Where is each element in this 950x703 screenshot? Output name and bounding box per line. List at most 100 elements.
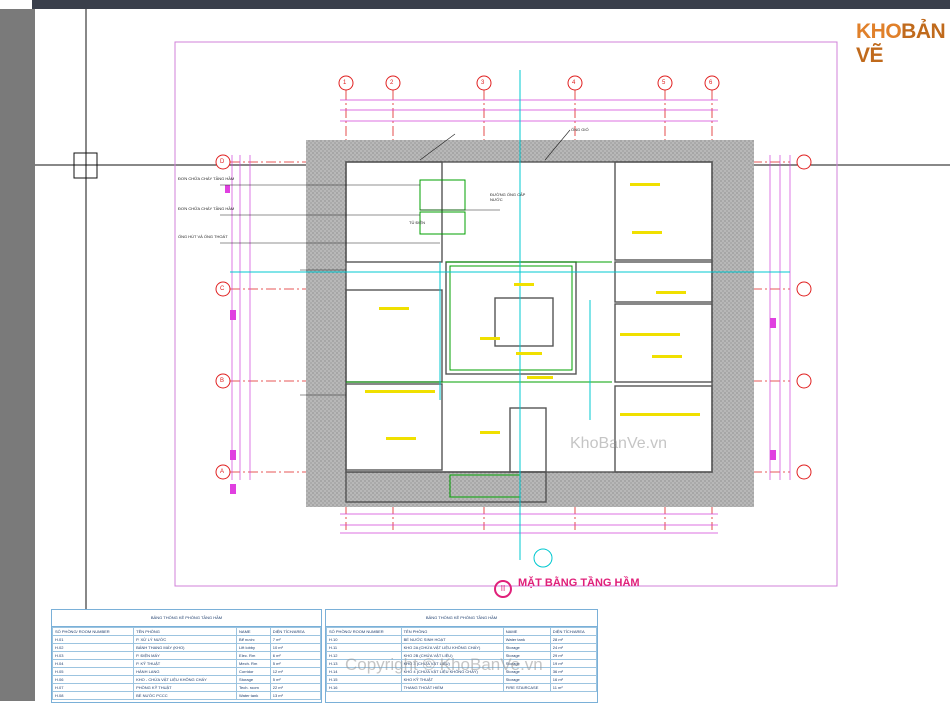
table-row: H.04 P. KỸ THUẬT Mech. Rm 5 m² (51, 659, 322, 668)
table-cell: Storage (502, 675, 551, 684)
grid-label-6: 6 (709, 80, 713, 86)
table-cell: PHÒNG KỸ THUẬT (133, 683, 238, 692)
annotation-fire-1: ĐƠN CHỮA CHÁY TẦNG HẦM (178, 176, 235, 181)
left-toolbar-panel[interactable] (0, 9, 35, 701)
table-cell: H.15 (326, 675, 402, 684)
table-cell: 36 m² (549, 667, 598, 676)
table-cell: Storage (502, 643, 551, 652)
table-row: H.11 KHO 2A (CHỨA VẬT LIỆU KHÔNG CHÁY) Sto… (326, 643, 598, 652)
table-cell: BỂ NƯỚC SINH HOẠT (400, 635, 504, 644)
table-cell: THANG THOÁT HIỂM (400, 683, 504, 692)
watermark-footer: Copyright © KhoBanVe.vn (345, 655, 543, 674)
table-cell: KHO 2A (CHỨA VẬT LIỆU KHÔNG CHÁY) (400, 643, 504, 652)
table-row: H.08 BỂ NƯỚC PCCC Water tank 13 m² (51, 691, 322, 700)
table-header: DIỆN TÍCH/AREA (269, 627, 322, 636)
table-cell: Corridor (236, 667, 271, 676)
document-tab[interactable] (0, 0, 32, 9)
table-cell: Elec. Rm (236, 651, 271, 660)
grid-label-c: C (220, 286, 225, 292)
table-header: DIỆN TÍCH/AREA (549, 627, 598, 636)
annotation-pipes: ỐNG HÚT VÀ ỐNG THOÁT (178, 234, 228, 239)
khobanve-logo: KHOBẢN VẼ (856, 20, 950, 68)
table-cell: H.04 (51, 659, 135, 668)
table-cell: H.16 (326, 683, 402, 692)
table-cell: P. KỸ THUẬT (133, 659, 238, 668)
table-cell: HÀNH LANG (133, 667, 238, 676)
table-cell: 12 m² (269, 667, 322, 676)
grid-label-d: D (220, 159, 225, 165)
table-cell: 11 m² (549, 683, 598, 692)
table-caption: BẢNG THỐNG KÊ PHÒNG TẦNG HẦM (52, 610, 321, 627)
table-row: H.03 P. ĐIỆN MÁY Elec. Rm 6 m² (51, 651, 322, 660)
watermark-center: KhoBanVe.vn (570, 435, 667, 452)
annotation-fire-2: ĐƠN CHỮA CHÁY TẦNG HẦM (178, 206, 235, 211)
table-row: H.02 BÁNH THANG MÁY (KHO) Lift lobby 10 m² (51, 643, 322, 652)
table-cell: H.06 (51, 675, 135, 684)
plan-title-marker: II (494, 580, 512, 598)
table-cell: BỂ NƯỚC PCCC (133, 691, 238, 700)
table-header: TÊN PHÒNG (400, 627, 504, 636)
table-row: H.06 KHO - CHỨA VẬT LIỆU KHÔNG CHÁY Storag… (51, 675, 322, 684)
table-cell: P. XỬ LÝ NƯỚC (133, 635, 238, 644)
table-cell: H.11 (326, 643, 402, 652)
table-cell: H.03 (51, 651, 135, 660)
table-row: H.05 HÀNH LANG Corridor 12 m² (51, 667, 322, 676)
table-cell: H.10 (326, 635, 402, 644)
basement-interior (346, 162, 712, 472)
table-cell: KHO - CHỨA VẬT LIỆU KHÔNG CHÁY (133, 675, 238, 684)
table-header-row: SỐ PHÒNG/ ROOM NUMBER TÊN PHÒNG NAME DIỆ… (326, 627, 598, 636)
table-grid-left: SỐ PHÒNG/ ROOM NUMBER TÊN PHÒNG NAME DIỆ… (51, 627, 322, 700)
table-row: H.01 P. XỬ LÝ NƯỚC Bể nước 7 m² (51, 635, 322, 644)
table-cell: 16 m² (549, 675, 598, 684)
table-header: SỐ PHÒNG/ ROOM NUMBER (326, 627, 402, 636)
title-bar (0, 0, 950, 9)
annotation-duct: ỐNG GIÓ (571, 127, 589, 132)
table-header-row: SỐ PHÒNG/ ROOM NUMBER TÊN PHÒNG NAME DIỆ… (51, 627, 322, 636)
grid-label-a: A (220, 469, 225, 475)
grid-label-5: 5 (662, 80, 666, 86)
table-cell: P. ĐIỆN MÁY (133, 651, 238, 660)
table-cell: Mech. Rm (236, 659, 271, 668)
table-row: H.16 THANG THOÁT HIỂM FIRE STAIRCASE 11 m² (326, 683, 598, 692)
table-row: H.15 KHO KỸ THUẬT Storage 16 m² (326, 675, 598, 684)
table-cell: 28 m² (549, 635, 598, 644)
table-cell: 6 m² (269, 651, 322, 660)
table-header: TÊN PHÒNG (133, 627, 238, 636)
table-cell: H.08 (51, 691, 135, 700)
floor-plan-drawing (35, 9, 950, 701)
grid-label-b: B (220, 378, 225, 384)
table-cell: Water tank (502, 635, 551, 644)
table-row: H.10 BỂ NƯỚC SINH HOẠT Water tank 28 m² (326, 635, 598, 644)
grid-label-2: 2 (390, 80, 394, 86)
table-cell: KHO KỸ THUẬT (400, 675, 504, 684)
table-cell: 22 m² (269, 683, 322, 692)
table-cell: FIRE STAIRCASE (502, 683, 551, 692)
grid-label-3: 3 (481, 80, 485, 86)
table-caption: BẢNG THỐNG KÊ PHÒNG TẦNG HẦM (326, 610, 597, 627)
table-cell: Tech. room (236, 683, 271, 692)
table-cell: H.01 (51, 635, 135, 644)
annotation-panel: TỦ ĐIỆN (409, 220, 425, 225)
table-cell: 29 m² (549, 651, 598, 660)
table-cell: H.07 (51, 683, 135, 692)
table-cell: H.02 (51, 643, 135, 652)
table-header: NAME (502, 627, 551, 636)
table-cell: Lift lobby (236, 643, 271, 652)
room-schedule-table-left: BẢNG THỐNG KÊ PHÒNG TẦNG HẦM SỐ PHÒNG/ R… (51, 609, 322, 703)
table-header: SỐ PHÒNG/ ROOM NUMBER (51, 627, 135, 636)
table-cell: 5 m² (269, 675, 322, 684)
table-cell: 5 m² (269, 659, 322, 668)
table-cell: 19 m² (549, 659, 598, 668)
grid-label-4: 4 (572, 80, 576, 86)
table-row: H.07 PHÒNG KỸ THUẬT Tech. room 22 m² (51, 683, 322, 692)
table-cell: Water tank (236, 691, 271, 700)
table-cell: 7 m² (269, 635, 322, 644)
annotation-water: ĐƯỜNG ỐNG CẤP NƯỚC (490, 192, 526, 202)
table-cell: Storage (236, 675, 271, 684)
plan-title: MẶT BẰNG TẦNG HẦM (518, 577, 640, 589)
table-cell: 10 m² (269, 643, 322, 652)
table-cell: BÁNH THANG MÁY (KHO) (133, 643, 238, 652)
drawing-canvas[interactable]: ĐƠN CHỮA CHÁY TẦNG HẦM ĐƠN CHỮA CHÁY TẦN… (35, 9, 950, 703)
table-cell: H.05 (51, 667, 135, 676)
table-cell: 13 m² (269, 691, 322, 700)
